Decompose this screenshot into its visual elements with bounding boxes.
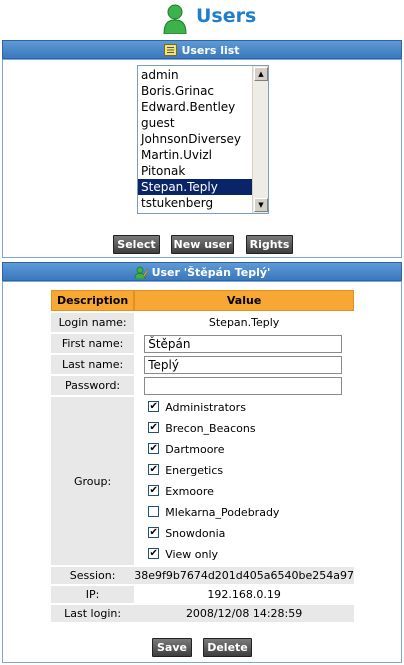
value-column-header: Value <box>134 290 354 311</box>
list-item[interactable]: guest <box>138 115 252 131</box>
checkbox-unchecked-icon[interactable] <box>148 505 160 517</box>
password-label: Password: <box>51 376 135 395</box>
password-field[interactable] <box>144 376 343 395</box>
list-item[interactable]: tstukenberg <box>138 195 252 211</box>
user-form-table: Description Value Login name: Stepan.Tep… <box>51 288 354 624</box>
last-login-label: Last login: <box>51 605 135 622</box>
group-name: Energetics <box>165 464 224 477</box>
checkbox-checked-icon[interactable]: ✔ <box>148 421 160 433</box>
user-icon <box>163 4 187 34</box>
group-option[interactable]: ✔ Snowdonia <box>134 523 354 544</box>
group-name: Snowdonia <box>165 527 226 540</box>
group-name: Exmoore <box>165 485 214 498</box>
group-checkbox-list: ✔ Administrators ✔ Brecon_Beacons ✔ Dartmoo… <box>134 397 354 565</box>
list-item[interactable]: admin <box>138 67 252 83</box>
list-item[interactable]: Edward.Bentley <box>138 99 252 115</box>
group-option[interactable]: ✔ Brecon_Beacons <box>134 418 354 439</box>
list-icon <box>164 44 178 56</box>
ip-label: IP: <box>51 586 135 603</box>
checkbox-checked-icon[interactable]: ✔ <box>148 463 160 475</box>
checkbox-checked-icon[interactable]: ✔ <box>148 400 160 412</box>
ip-value: 192.168.0.19 <box>207 588 281 601</box>
last-name-label: Last name: <box>51 355 135 374</box>
users-listbox[interactable]: admin Boris.Grinac Edward.Bentley guest … <box>137 65 269 214</box>
users-list-header: Users list <box>2 40 402 59</box>
page-title: Users <box>196 5 257 27</box>
user-panel-header: User 'Štěpán Teplý' <box>2 262 402 281</box>
checkbox-checked-icon[interactable]: ✔ <box>148 484 160 496</box>
group-option[interactable]: ✔ Exmoore <box>134 481 354 502</box>
page-header: Users <box>0 0 404 38</box>
group-name: View only <box>165 548 219 561</box>
first-name-label: First name: <box>51 334 135 353</box>
list-item[interactable]: Boris.Grinac <box>138 83 252 99</box>
group-name: Administrators <box>165 401 246 414</box>
list-item[interactable]: Martin.Uvizl <box>138 147 252 163</box>
save-button[interactable]: Save <box>152 638 192 657</box>
scroll-down-arrow-icon[interactable]: ▼ <box>254 198 268 212</box>
select-button[interactable]: Select <box>113 235 160 254</box>
delete-button[interactable]: Delete <box>203 638 252 657</box>
session-value: 38e9f9b7674d201d405a6540be254a97 <box>134 567 354 584</box>
login-name-label: Login name: <box>51 313 135 332</box>
group-option[interactable]: ✔ Energetics <box>134 460 354 481</box>
last-name-field[interactable]: Teplý <box>144 355 343 374</box>
rights-button[interactable]: Rights <box>246 235 293 254</box>
last-login-value: 2008/12/08 14:28:59 <box>134 605 354 622</box>
list-item[interactable]: JohnsonDiversey <box>138 131 252 147</box>
users-list-items: admin Boris.Grinac Edward.Bentley guest … <box>138 67 252 211</box>
list-item-selected[interactable]: Stepan.Teply <box>138 179 252 195</box>
scroll-up-arrow-icon[interactable]: ▲ <box>254 67 268 81</box>
group-option[interactable]: ✔ Dartmoore <box>134 439 354 460</box>
group-name: Mlekarna_Podebrady <box>165 506 280 519</box>
checkbox-checked-icon[interactable]: ✔ <box>148 526 160 538</box>
group-label: Group: <box>51 397 135 565</box>
session-label: Session: <box>51 567 135 584</box>
group-name: Dartmoore <box>165 443 225 456</box>
user-panel-title: User 'Štěpán Teplý' <box>151 266 271 279</box>
new-user-button[interactable]: New user <box>171 235 234 254</box>
users-list-title: Users list <box>181 44 240 57</box>
user-edit-icon <box>134 266 148 279</box>
first-name-field[interactable]: Štěpán <box>144 334 343 353</box>
list-item[interactable]: Pitonak <box>138 163 252 179</box>
group-option[interactable]: Mlekarna_Podebrady <box>134 502 354 523</box>
group-name: Brecon_Beacons <box>165 422 256 435</box>
checkbox-checked-icon[interactable]: ✔ <box>148 547 160 559</box>
description-column-header: Description <box>51 290 135 311</box>
listbox-scrollbar[interactable]: ▲ ▼ <box>252 66 268 213</box>
group-option[interactable]: ✔ View only <box>134 544 354 565</box>
login-name-value: Stepan.Teply <box>208 316 280 329</box>
group-option[interactable]: ✔ Administrators <box>134 397 354 418</box>
checkbox-checked-icon[interactable]: ✔ <box>148 442 160 454</box>
